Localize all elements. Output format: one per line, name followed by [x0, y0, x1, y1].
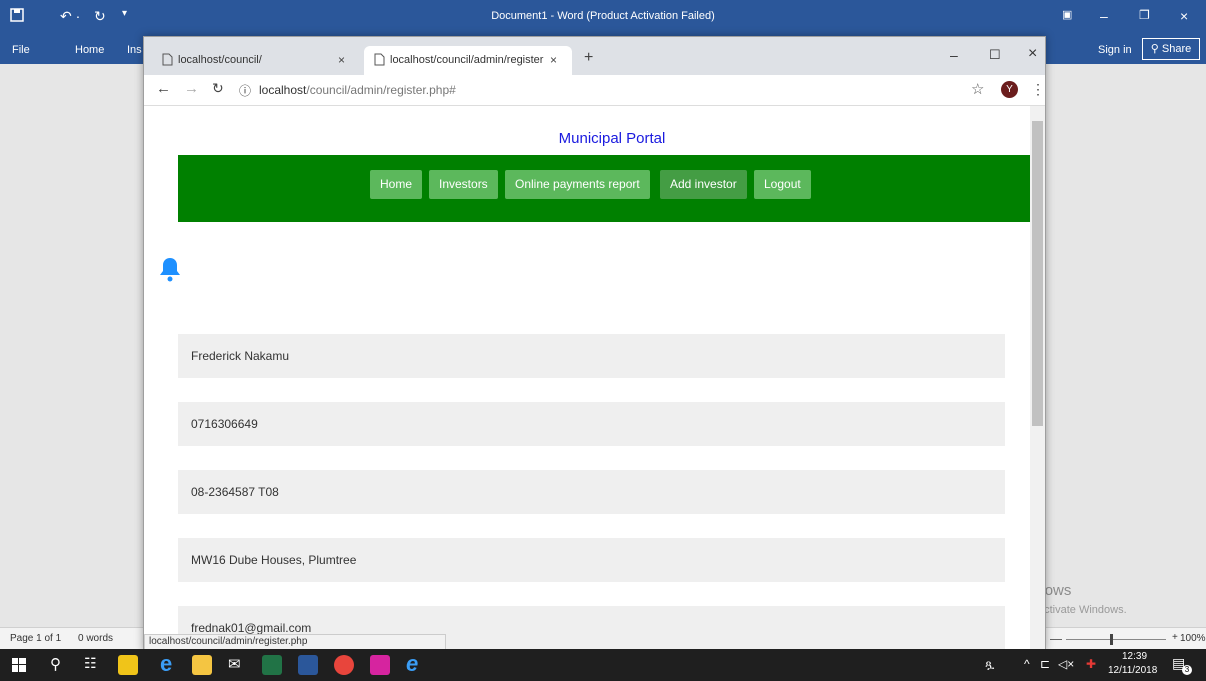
chrome-maximize-icon[interactable]: ☐ [989, 47, 1001, 63]
browser-toolbar: ← → ↻ ⓘ localhost/council/admin/register… [144, 75, 1045, 106]
address-path: /council/admin/register.php# [306, 83, 456, 97]
investor-name-field[interactable]: Frederick Nakamu [178, 334, 1005, 378]
people-icon[interactable]: ጿ [985, 657, 994, 672]
page-viewport: Municipal Portal Home Investors Online p… [144, 106, 1030, 650]
word-minimize-icon[interactable]: – [1100, 8, 1108, 24]
new-tab-icon[interactable]: + [584, 49, 593, 67]
task-view-icon[interactable]: ☷ [84, 655, 97, 672]
store-icon[interactable] [118, 655, 138, 675]
forward-icon[interactable]: → [184, 80, 199, 97]
word-count[interactable]: 0 words [78, 633, 113, 644]
taskbar: ⚲ ☷ e ✉ e ጿ ^ ⊏ ◁× ✚ 12:39 12/11/2018 ▤ … [0, 649, 1206, 681]
excel-icon[interactable] [262, 655, 282, 675]
zoom-slider-track[interactable] [1066, 639, 1166, 640]
zoom-level[interactable]: 100% [1180, 633, 1206, 644]
word-close-icon[interactable]: × [1180, 8, 1188, 24]
browser-tab-council[interactable]: localhost/council/ × [152, 46, 354, 75]
chrome-menu-icon[interactable]: ⋮ [1031, 81, 1045, 98]
investor-address-field[interactable]: MW16 Dube Houses, Plumtree [178, 538, 1005, 582]
ribbon-tab-file[interactable]: File [12, 44, 30, 56]
main-navbar: Home Investors Online payments report Ad… [178, 155, 1030, 222]
word-window-title: Document1 - Word (Product Activation Fai… [491, 10, 715, 22]
share-button[interactable]: ⚲ Share [1142, 38, 1200, 60]
nav-online-payments-report[interactable]: Online payments report [505, 170, 650, 199]
notification-bell-icon[interactable] [160, 256, 180, 287]
profile-avatar[interactable]: Y [1001, 81, 1018, 98]
address-host: localhost [259, 83, 307, 97]
link-status-bubble: localhost/council/admin/register.php [144, 634, 446, 650]
clock-time[interactable]: 12:39 [1122, 651, 1147, 662]
word-title-bar: ↶ · ↻ ▾ Document1 - Word (Product Activa… [0, 0, 1206, 34]
close-tab-icon[interactable]: × [550, 53, 557, 67]
word-icon[interactable] [298, 655, 318, 675]
internet-explorer-icon[interactable]: e [406, 651, 418, 677]
chrome-close-icon[interactable]: × [1028, 45, 1037, 63]
nav-investors[interactable]: Investors [429, 170, 498, 199]
file-explorer-icon[interactable] [192, 655, 212, 675]
address-bar[interactable]: ⓘ localhost/council/admin/register.php# … [239, 79, 994, 101]
notification-count-badge: 3 [1182, 665, 1192, 675]
info-icon: ⓘ [239, 84, 252, 98]
page-title: Municipal Portal [558, 130, 666, 147]
share-icon: ⚲ [1150, 43, 1159, 55]
nav-logout[interactable]: Logout [754, 170, 811, 199]
page-count[interactable]: Page 1 of 1 [10, 633, 61, 644]
search-icon[interactable]: ⚲ [50, 655, 61, 673]
page-scrollbar[interactable] [1030, 106, 1045, 650]
chrome-icon[interactable] [334, 655, 354, 675]
security-shield-icon[interactable]: ✚ [1086, 657, 1096, 671]
zoom-in-button[interactable]: + [1172, 632, 1178, 643]
investor-id-field[interactable]: 08-2364587 T08 [178, 470, 1005, 514]
close-tab-icon[interactable]: × [338, 53, 345, 67]
bookmark-star-icon[interactable]: ☆ [971, 80, 984, 98]
clock-date[interactable]: 12/11/2018 [1108, 665, 1157, 676]
sign-in-link[interactable]: Sign in [1098, 44, 1132, 56]
page-icon [374, 53, 385, 69]
edge-icon[interactable]: e [160, 651, 172, 677]
tab-strip: localhost/council/ × localhost/council/a… [144, 37, 1045, 75]
nav-add-investor[interactable]: Add investor [660, 170, 747, 199]
ribbon-display-icon[interactable]: ▣ [1062, 8, 1072, 21]
ribbon-tab-insert[interactable]: Ins [127, 44, 142, 56]
nav-home[interactable]: Home [370, 170, 423, 199]
zoom-out-button[interactable] [1050, 639, 1062, 640]
mail-icon[interactable]: ✉ [228, 655, 241, 673]
app-icon[interactable] [370, 655, 390, 675]
chrome-minimize-icon[interactable]: – [950, 47, 958, 63]
page-icon [162, 53, 173, 69]
zoom-slider-thumb[interactable] [1110, 634, 1113, 645]
ribbon-tab-home[interactable]: Home [75, 44, 104, 56]
network-icon[interactable]: ⊏ [1040, 657, 1050, 671]
scrollbar-thumb[interactable] [1032, 121, 1043, 426]
browser-tab-register[interactable]: localhost/council/admin/register × [364, 46, 572, 75]
browser-window: localhost/council/ × localhost/council/a… [143, 36, 1046, 651]
windows-start-icon[interactable] [12, 658, 26, 677]
word-restore-icon[interactable]: ❐ [1139, 8, 1150, 22]
investor-phone-field[interactable]: 0716306649 [178, 402, 1005, 446]
tray-chevron-icon[interactable]: ^ [1024, 657, 1030, 671]
back-icon[interactable]: ← [156, 80, 171, 97]
volume-icon[interactable]: ◁× [1058, 657, 1074, 671]
reload-icon[interactable]: ↻ [212, 80, 224, 97]
